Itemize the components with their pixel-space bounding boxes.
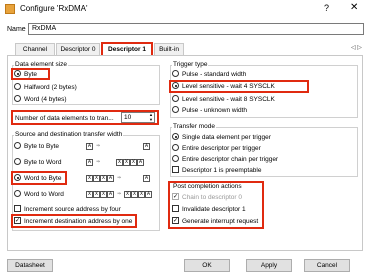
highlight-byte bbox=[11, 68, 50, 80]
radio-indicator bbox=[14, 83, 21, 90]
help-icon[interactable]: ? bbox=[324, 3, 329, 13]
arrow-icon: ⇒ bbox=[96, 142, 100, 149]
app-icon bbox=[5, 4, 15, 14]
checkbox-indicator bbox=[172, 166, 179, 173]
trigger-type-title: Trigger type bbox=[172, 61, 209, 68]
close-icon[interactable]: ✕ bbox=[350, 2, 358, 13]
radio-byte-to-word[interactable]: Byte to Word bbox=[14, 158, 61, 167]
datasheet-button[interactable]: Datasheet bbox=[7, 259, 53, 272]
tab-descriptor-0[interactable]: Descriptor 0 bbox=[56, 43, 100, 55]
tab-scroll-arrows[interactable]: ◁ ▷ bbox=[351, 44, 362, 51]
word-to-word-diagram: X X X A ⇒ X X X A bbox=[86, 190, 152, 198]
arrow-icon: ⇒ bbox=[117, 174, 121, 181]
radio-indicator bbox=[14, 142, 21, 149]
cell-x: X bbox=[130, 159, 137, 166]
radio-indicator bbox=[172, 144, 179, 151]
cancel-button[interactable]: Cancel bbox=[304, 259, 350, 272]
radio-indicator bbox=[172, 155, 179, 162]
cell-x: X bbox=[100, 191, 107, 198]
data-element-size-title: Data element size bbox=[14, 61, 69, 68]
radio-single-element[interactable]: Single data element per trigger bbox=[172, 133, 271, 142]
name-label: Name bbox=[7, 26, 26, 33]
cell-a: A bbox=[107, 191, 114, 198]
preemptable-checkbox[interactable]: Descriptor 1 is preemptable bbox=[172, 166, 261, 175]
radio-halfword[interactable]: Halfword (2 bytes) bbox=[14, 83, 77, 92]
cell-a: A bbox=[145, 191, 152, 198]
highlight-num-elements bbox=[11, 110, 159, 125]
transfer-mode-title: Transfer mode bbox=[172, 123, 217, 130]
arrow-icon: ⇒ bbox=[117, 190, 121, 197]
cell-x: X bbox=[100, 175, 107, 182]
title-bar: Configure 'RxDMA' ? ✕ bbox=[0, 0, 370, 18]
cell-a: A bbox=[137, 159, 144, 166]
cell-x: X bbox=[131, 191, 138, 198]
radio-entire-chain[interactable]: Entire descriptor chain per trigger bbox=[172, 155, 278, 164]
name-input[interactable]: RxDMA bbox=[28, 23, 364, 35]
arrow-icon: ⇒ bbox=[96, 158, 100, 165]
highlight-post-completion bbox=[168, 181, 264, 229]
tab-bar: Channel Descriptor 0 Descriptor 1 Built-… bbox=[7, 42, 363, 56]
radio-indicator bbox=[14, 95, 21, 102]
radio-entire-descriptor[interactable]: Entire descriptor per trigger bbox=[172, 144, 261, 153]
cell-a: A bbox=[143, 143, 150, 150]
apply-button[interactable]: Apply bbox=[246, 259, 292, 272]
cell-x: X bbox=[138, 191, 145, 198]
tab-channel[interactable]: Channel bbox=[15, 43, 55, 55]
highlight-increment-dest bbox=[11, 214, 137, 228]
increment-source-checkbox[interactable]: Increment source address by four bbox=[14, 205, 121, 214]
radio-word[interactable]: Word (4 bytes) bbox=[14, 95, 67, 104]
cell-x: X bbox=[123, 159, 130, 166]
cell-a: A bbox=[143, 175, 150, 182]
radio-indicator bbox=[172, 106, 179, 113]
cell-x: X bbox=[86, 191, 93, 198]
radio-byte-to-byte[interactable]: Byte to Byte bbox=[14, 142, 59, 151]
radio-level-8-sysclk[interactable]: Level sensitive - wait 8 SYSCLK bbox=[172, 95, 275, 104]
cell-a: A bbox=[86, 159, 93, 166]
ok-button[interactable]: OK bbox=[184, 259, 230, 272]
cell-a: A bbox=[107, 175, 114, 182]
cell-x: X bbox=[86, 175, 93, 182]
radio-pulse-standard[interactable]: Pulse - standard width bbox=[172, 70, 246, 79]
highlight-word-to-byte bbox=[11, 171, 67, 185]
radio-word-to-word[interactable]: Word to Word bbox=[14, 190, 64, 199]
radio-indicator bbox=[172, 133, 179, 140]
radio-pulse-unknown[interactable]: Pulse - unknown width bbox=[172, 106, 247, 115]
radio-indicator bbox=[172, 95, 179, 102]
radio-indicator bbox=[14, 158, 21, 165]
tab-built-in[interactable]: Built-in bbox=[154, 43, 184, 55]
byte-to-byte-diagram: A ⇒ A bbox=[86, 142, 150, 150]
checkbox-indicator bbox=[14, 205, 21, 212]
cell-x: X bbox=[93, 175, 100, 182]
source-dest-width-title: Source and destination transfer width bbox=[14, 131, 124, 138]
cell-a: A bbox=[86, 143, 93, 150]
radio-indicator bbox=[14, 190, 21, 197]
cell-x: X bbox=[93, 191, 100, 198]
word-to-byte-diagram: X X X A ⇒ A bbox=[86, 174, 150, 182]
byte-to-word-diagram: A ⇒ X X X A bbox=[86, 158, 144, 166]
tab-descriptor-1[interactable]: Descriptor 1 bbox=[101, 42, 153, 56]
highlight-level-4-sysclk bbox=[169, 80, 309, 93]
cell-x: X bbox=[116, 159, 123, 166]
radio-indicator bbox=[172, 70, 179, 77]
cell-x: X bbox=[124, 191, 131, 198]
window-title: Configure 'RxDMA' bbox=[20, 4, 88, 13]
